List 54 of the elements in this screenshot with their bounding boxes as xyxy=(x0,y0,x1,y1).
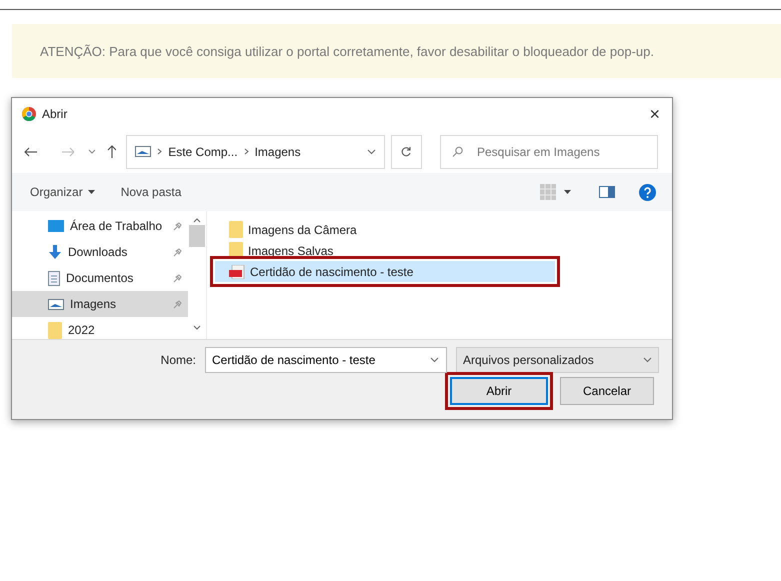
address-bar[interactable]: Este Comp... Imagens xyxy=(126,134,385,168)
document-icon xyxy=(48,270,60,286)
search-field[interactable]: Pesquisar em Imagens xyxy=(440,134,658,168)
help-icon[interactable] xyxy=(639,184,656,200)
dialog-button[interactable]: Cancelar xyxy=(560,376,654,404)
scrollbar-thumb[interactable] xyxy=(189,225,205,247)
download-icon xyxy=(48,245,62,259)
search-icon xyxy=(452,146,463,157)
breadcrumb-chevron-icon xyxy=(244,148,249,155)
up-arrow-icon[interactable] xyxy=(107,145,116,158)
navigation-item[interactable]: Downloads xyxy=(12,239,188,265)
image-icon xyxy=(48,298,64,310)
pin-icon xyxy=(173,274,182,282)
file-item[interactable]: Imagens da Câmera xyxy=(215,219,555,240)
breadcrumb-item[interactable]: Este Comp... xyxy=(168,144,238,158)
back-arrow-icon[interactable] xyxy=(24,146,37,156)
folder-icon xyxy=(48,322,62,338)
browser-logo-icon xyxy=(22,107,36,121)
pin-icon xyxy=(173,300,182,308)
filename-label: Nome: xyxy=(160,353,196,367)
preview-pane-icon[interactable] xyxy=(599,186,615,198)
dialog-title: Abrir xyxy=(42,107,68,121)
caret-icon[interactable] xyxy=(564,190,571,194)
navigation-item[interactable]: Documentos xyxy=(12,265,188,291)
chevron-down-icon[interactable] xyxy=(88,148,96,154)
filename-field[interactable]: Certidão de nascimento - teste xyxy=(205,347,447,373)
chevron-down-icon xyxy=(643,357,652,363)
popup-warning: ATENÇÃO: Para que você consiga utilizar o portal corretamente, favor desabilitar o bloqueador de pop-up. xyxy=(12,24,781,78)
scrollbar[interactable] xyxy=(188,211,207,339)
navigation-item[interactable]: Área de Trabalho xyxy=(12,213,188,239)
toolbar-button[interactable]: Organizar xyxy=(30,185,95,199)
pin-icon xyxy=(173,248,182,256)
breadcrumb-item[interactable]: Imagens xyxy=(254,144,301,158)
navigation-item[interactable]: Imagens xyxy=(12,291,188,317)
folder-icon xyxy=(229,221,243,238)
toolbar-button[interactable]: Nova pasta xyxy=(120,185,182,199)
breadcrumb-chevron-icon xyxy=(157,148,162,155)
chevron-down-icon[interactable] xyxy=(430,357,439,363)
pdf-file-icon xyxy=(229,264,245,278)
file-item[interactable]: Imagens Salvas xyxy=(215,240,555,261)
image-icon xyxy=(135,146,152,157)
scroll-up-icon[interactable] xyxy=(193,217,201,223)
scroll-down-icon[interactable] xyxy=(193,325,201,331)
close-button[interactable]: × xyxy=(649,104,660,124)
desktop-icon xyxy=(48,220,64,232)
file-item[interactable]: Certidão de nascimento - teste xyxy=(215,261,555,282)
caret-icon xyxy=(88,190,95,194)
dialog-button[interactable]: Abrir xyxy=(450,376,548,404)
refresh-button[interactable] xyxy=(390,134,422,168)
refresh-icon xyxy=(400,146,412,158)
chevron-down-icon[interactable] xyxy=(366,148,376,154)
file-type-select[interactable]: Arquivos personalizados xyxy=(456,347,659,373)
pin-icon xyxy=(173,222,182,230)
navigation-item[interactable]: 2022 xyxy=(12,317,188,343)
